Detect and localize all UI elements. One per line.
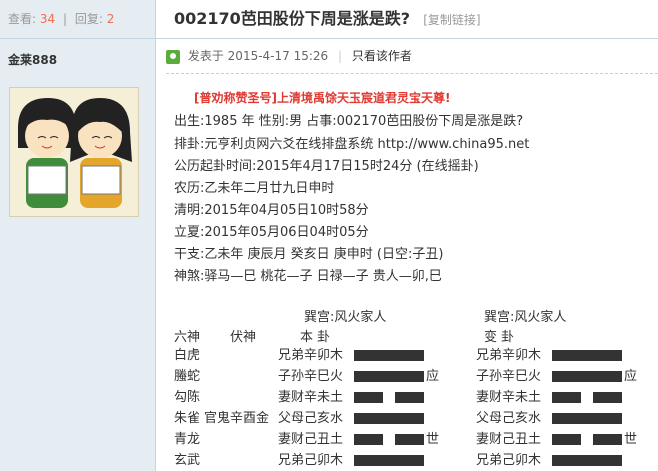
row-ben-yao: 子孙辛巳火 xyxy=(278,369,344,384)
row-ben-yao: 兄弟己卯木 xyxy=(278,453,344,468)
copy-link-button[interactable]: [复制链接] xyxy=(423,13,480,27)
yang-bar xyxy=(552,350,622,361)
ben-yao-line xyxy=(354,432,424,447)
row-liushen: 朱雀 xyxy=(174,411,201,426)
gregorian-time-line: 公历起卦时间:2015年4月17日15时24分 (在线摇卦) xyxy=(174,159,479,174)
bian-yao-line xyxy=(552,411,622,426)
views-count: 34 xyxy=(39,12,56,26)
row-liushen: 玄武 xyxy=(174,453,201,468)
stats-separator: | xyxy=(62,12,68,26)
ben-shiying-mark: 世 xyxy=(426,432,440,447)
yang-bar xyxy=(354,350,424,361)
posted-time: 2015-4-17 15:26 xyxy=(227,49,329,63)
ben-yao-line xyxy=(354,453,424,468)
col-fushen: 伏神 xyxy=(230,330,257,345)
avatar-couple-illustration xyxy=(10,88,138,216)
thread-title: 002170芭田股份下周是涨是跌? xyxy=(174,9,411,28)
yang-bar xyxy=(552,455,622,466)
yang-bar xyxy=(354,413,424,424)
replies-count: 2 xyxy=(106,12,115,26)
author-username[interactable]: 金莱888 xyxy=(8,51,155,68)
lunar-line: 农历:乙未年二月廿九日申时 xyxy=(174,181,335,196)
yang-bar xyxy=(354,455,424,466)
col-bian-gua: 变 卦 xyxy=(484,330,515,345)
bian-yao-line xyxy=(552,453,622,468)
bian-yao-line xyxy=(552,348,622,363)
col-ben-gua: 本 卦 xyxy=(300,330,331,345)
row-bian-yao: 兄弟辛卯木 xyxy=(476,348,542,363)
sutra-banner[interactable]: [普劝称赞圣号]上清境禹馀天玉宸道君灵宝天尊! xyxy=(194,89,450,106)
col-liushen: 六神 xyxy=(174,330,201,345)
yin-bar-left xyxy=(552,392,581,403)
row-liushen: 青龙 xyxy=(174,432,201,447)
yang-bar xyxy=(552,413,622,424)
ben-yao-line xyxy=(354,390,424,405)
yin-bar-right xyxy=(593,392,622,403)
row-ben-yao: 妻财己丑土 xyxy=(278,432,344,447)
user-sidebar: 查看: 34 | 回复: 2 金莱888 xyxy=(0,0,156,471)
bian-yao-line xyxy=(552,390,622,405)
ben-yao-line xyxy=(354,369,424,384)
info-separator: | xyxy=(338,49,343,63)
bian-yao-line xyxy=(552,369,622,384)
birth-line: 出生:1985 年 性别:男 占事:002170芭田股份下周是涨是跌? xyxy=(174,114,524,129)
row-liushen: 勾陈 xyxy=(174,390,201,405)
row-bian-yao: 妻财己丑土 xyxy=(476,432,542,447)
row-ben-yao: 兄弟辛卯木 xyxy=(278,348,344,363)
row-bian-yao: 兄弟己卯木 xyxy=(476,453,542,468)
row-liushen: 白虎 xyxy=(174,348,201,363)
ben-yao-line xyxy=(354,411,424,426)
only-author-link[interactable]: 只看该作者 xyxy=(352,49,412,63)
row-bian-yao: 父母己亥水 xyxy=(476,411,542,426)
ben-gua-palace: 巽宫:风火家人 xyxy=(304,310,387,325)
post-info-bar: 发表于 2015-4-17 15:26 | 只看该作者 xyxy=(166,39,658,74)
posted-label: 发表于 xyxy=(187,49,224,63)
row-bian-yao: 子孙辛巳火 xyxy=(476,369,542,384)
views-label: 查看: xyxy=(8,12,37,26)
ben-shiying-mark: 应 xyxy=(426,369,440,384)
replies-label: 回复: xyxy=(74,12,103,26)
ben-yao-line xyxy=(354,348,424,363)
online-status-icon xyxy=(166,49,180,64)
yin-bar-right xyxy=(593,434,622,445)
yin-bar-right xyxy=(395,434,424,445)
yang-bar xyxy=(354,371,424,382)
avatar[interactable] xyxy=(9,87,139,217)
thread-title-bar: 002170芭田股份下周是涨是跌? [复制链接] xyxy=(156,0,658,39)
system-line: 排卦:元亨利贞网六爻在线排盘系统 http://www.china95.net xyxy=(174,137,530,152)
row-bian-yao: 妻财辛未土 xyxy=(476,390,542,405)
bian-yao-line xyxy=(552,432,622,447)
qingming-line: 清明:2015年04月05日10时58分 xyxy=(174,203,369,218)
yin-bar-left xyxy=(552,434,581,445)
row-ben-yao: 妻财辛未土 xyxy=(278,390,344,405)
lixia-line: 立夏:2015年05月06日04时05分 xyxy=(174,225,369,240)
yang-bar xyxy=(552,371,622,382)
thread-stats: 查看: 34 | 回复: 2 xyxy=(0,0,155,39)
yin-bar-right xyxy=(395,392,424,403)
row-ben-yao: 父母己亥水 xyxy=(278,411,344,426)
row-fushen: 官鬼辛酉金 xyxy=(204,411,270,426)
yin-bar-left xyxy=(354,392,383,403)
bian-gua-palace: 巽宫:风火家人 xyxy=(484,310,567,325)
bian-shiying-mark: 世 xyxy=(624,432,638,447)
ganzhi-line: 干支:乙未年 庚辰月 癸亥日 庚申时 (日空:子丑) xyxy=(174,247,444,262)
shensha-line: 神煞:驿马—巳 桃花—子 日禄—子 贵人—卯,巳 xyxy=(174,269,442,284)
bian-shiying-mark: 应 xyxy=(624,369,638,384)
yin-bar-left xyxy=(354,434,383,445)
row-liushen: 螣蛇 xyxy=(174,369,201,384)
